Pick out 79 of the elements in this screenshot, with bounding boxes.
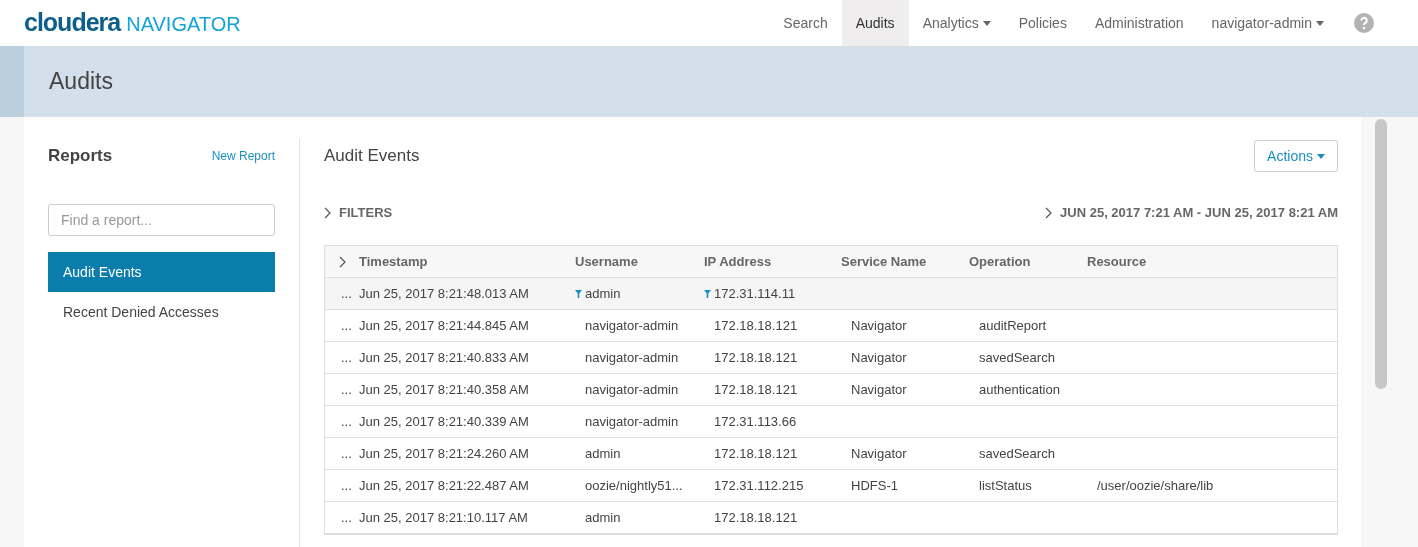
row-menu[interactable]: ...	[341, 381, 352, 397]
table-cell-text: admin	[585, 508, 621, 527]
table-cell-text: Jun 25, 2017 8:21:24.260 AM	[359, 444, 529, 463]
table-cell-text: 172.31.112.215	[714, 476, 804, 495]
section-title: Audit Events	[324, 145, 420, 168]
filter-icon[interactable]	[704, 289, 711, 298]
table-cell-text: 172.18.18.121	[714, 380, 798, 399]
table-cell-text: 172.18.18.121	[714, 444, 798, 463]
report-item[interactable]: Audit Events	[48, 252, 275, 292]
table-cell-text: navigator-admin	[585, 348, 679, 367]
filter-icon[interactable]	[575, 289, 582, 298]
table-cell-text: HDFS-1	[851, 476, 898, 495]
table-cell-text: authentication	[979, 380, 1060, 399]
table-cell-text: 172.18.18.121	[714, 348, 798, 367]
nav-tab[interactable]: Audits	[841, 0, 909, 46]
search-field[interactable]: Find a report...	[48, 204, 275, 236]
table-cell-text: Navigator	[851, 348, 907, 367]
table-cell-text: oozie/nightly51...	[585, 476, 683, 495]
filters-toggle[interactable]: FILTERS	[339, 203, 393, 223]
table-cell-text: Navigator	[851, 380, 907, 399]
table-cell-text: navigator-admin	[585, 412, 679, 431]
nav-tab[interactable]: Administration	[1080, 0, 1198, 46]
column-header[interactable]: Service Name	[841, 253, 927, 269]
column-header[interactable]: Operation	[969, 253, 1031, 269]
table-cell-text: 172.18.18.121	[714, 316, 798, 335]
table-cell-text: navigator-admin	[585, 316, 679, 335]
table-cell-text: 172.18.18.121	[714, 508, 798, 527]
table-cell-text: savedSearch	[979, 444, 1055, 463]
table-cell-text: Jun 25, 2017 8:21:22.487 AM	[359, 476, 529, 495]
table-cell-text: Jun 25, 2017 8:21:40.833 AM	[359, 348, 529, 367]
table-row[interactable]: ... Jun 25, 2017 8:21:48.013 AM admin 172.31.114.11	[325, 278, 1337, 310]
nav-tab[interactable]: Analytics	[908, 0, 1005, 46]
page-title: Audits	[49, 67, 113, 97]
caret-icon	[1317, 153, 1325, 159]
date-range[interactable]: JUN 25, 2017 7:21 AM - JUN 25, 2017 8:21 AM	[1060, 203, 1338, 223]
row-menu[interactable]: ...	[341, 317, 352, 333]
table-cell-text: admin	[585, 444, 621, 463]
table-cell-text: Navigator	[851, 444, 907, 463]
column-header[interactable]: Username	[575, 253, 638, 269]
column-header[interactable]: Timestamp	[359, 253, 428, 269]
nav-tab[interactable]: Policies	[1004, 0, 1081, 46]
row-menu[interactable]: ...	[341, 509, 352, 525]
report-item[interactable]: Recent Denied Accesses	[48, 292, 275, 332]
product-name: NAVIGATOR	[126, 12, 241, 38]
table-cell-text: 172.31.113.66	[714, 412, 797, 431]
column-header[interactable]: Resource	[1087, 253, 1147, 269]
table-cell-text: Jun 25, 2017 8:21:10.117 AM	[359, 508, 528, 527]
column-header[interactable]: IP Address	[704, 253, 772, 269]
table-cell-text: Jun 25, 2017 8:21:40.339 AM	[359, 412, 529, 431]
help-icon[interactable]	[1354, 13, 1374, 33]
row-menu[interactable]: ...	[341, 413, 352, 429]
table-cell-text: auditReport	[979, 316, 1047, 335]
brand-logo[interactable]: cloudera	[24, 4, 121, 42]
row-menu[interactable]: ...	[341, 285, 352, 301]
caret-icon	[1316, 20, 1324, 26]
row-menu[interactable]: ...	[341, 445, 352, 461]
chevron-right-icon[interactable]	[1045, 207, 1053, 219]
table-cell-text: navigator-admin	[585, 380, 679, 399]
row-menu[interactable]: ...	[341, 349, 352, 365]
actions-button[interactable]: Actions	[1254, 140, 1338, 172]
table-cell-text: admin	[585, 284, 621, 303]
table-cell-text: Jun 25, 2017 8:21:48.013 AM	[359, 284, 529, 303]
table-cell-text: 172.31.114.11	[714, 284, 796, 303]
reports-heading: Reports	[48, 145, 113, 168]
chevron-right-icon[interactable]	[324, 207, 331, 219]
table-cell-text: listStatus	[979, 476, 1032, 495]
table-cell-text: Jun 25, 2017 8:21:44.845 AM	[359, 316, 529, 335]
nav-tab[interactable]: Search	[769, 0, 842, 46]
new-report-link[interactable]: New Report	[211, 147, 275, 165]
banner-side-strip	[0, 46, 24, 117]
row-menu[interactable]: ...	[341, 477, 352, 493]
table-cell-text: Navigator	[851, 316, 907, 335]
table-cell-text: savedSearch	[979, 348, 1055, 367]
nav-tab[interactable]: navigator-admin	[1197, 0, 1338, 46]
table-cell-text: /user/oozie/share/lib	[1097, 476, 1214, 495]
table-cell-text: Jun 25, 2017 8:21:40.358 AM	[359, 380, 529, 399]
chevron-right-icon[interactable]	[338, 255, 346, 268]
scrollbar[interactable]	[1375, 119, 1387, 389]
caret-icon	[982, 20, 991, 26]
